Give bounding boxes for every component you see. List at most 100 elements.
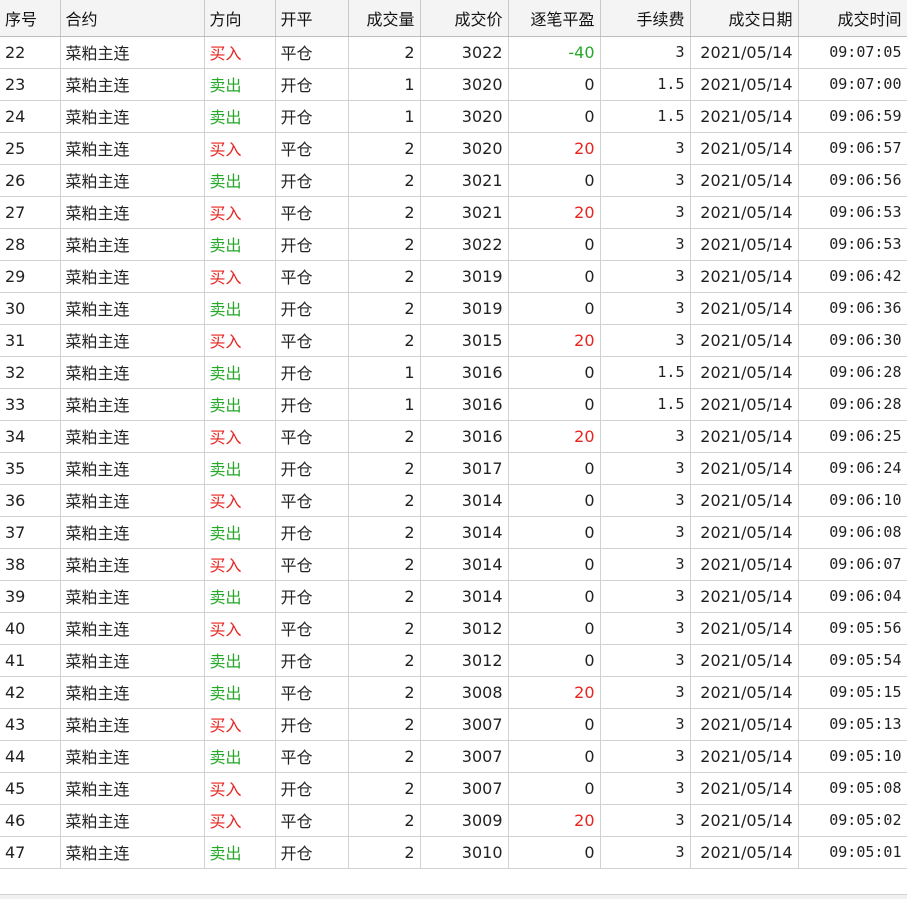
cell-volume: 1: [348, 100, 421, 133]
cell-open-close: 开仓: [275, 356, 349, 389]
cell-volume: 2: [348, 516, 421, 549]
cell-fee: 3: [600, 740, 691, 773]
header-price[interactable]: 成交价: [420, 0, 509, 37]
table-row[interactable]: 36 菜粕主连 买入 平仓 2 3014 0 3 2021/05/14 09:06:10: [0, 484, 907, 517]
cell-price: 3016: [420, 388, 509, 421]
table-row[interactable]: 33 菜粕主连 卖出 开仓 1 3016 0 1.5 2021/05/14 09:06:28: [0, 388, 907, 421]
cell-date: 2021/05/14: [690, 452, 799, 485]
table-row[interactable]: 30 菜粕主连 卖出 开仓 2 3019 0 3 2021/05/14 09:06:36: [0, 292, 907, 325]
header-index[interactable]: 序号: [0, 0, 61, 37]
cell-index: 30: [0, 292, 61, 325]
cell-pnl: 20: [508, 196, 601, 229]
cell-fee: 3: [600, 644, 691, 677]
table-row[interactable]: 40 菜粕主连 买入 平仓 2 3012 0 3 2021/05/14 09:05:56: [0, 612, 907, 645]
cell-pnl: 0: [508, 452, 601, 485]
cell-pnl: 0: [508, 260, 601, 293]
cell-date: 2021/05/14: [690, 388, 799, 421]
table-row[interactable]: 24 菜粕主连 卖出 开仓 1 3020 0 1.5 2021/05/14 09:06:59: [0, 100, 907, 133]
cell-contract: 菜粕主连: [60, 132, 205, 165]
cell-date: 2021/05/14: [690, 36, 799, 69]
table-row[interactable]: 34 菜粕主连 买入 平仓 2 3016 20 3 2021/05/14 09:06:25: [0, 420, 907, 453]
cell-date: 2021/05/14: [690, 164, 799, 197]
cell-date: 2021/05/14: [690, 612, 799, 645]
table-row[interactable]: 32 菜粕主连 卖出 开仓 1 3016 0 1.5 2021/05/14 09:06:28: [0, 356, 907, 389]
cell-pnl: -40: [508, 36, 601, 69]
cell-time: 09:06:53: [798, 228, 907, 261]
table-row[interactable]: 43 菜粕主连 买入 开仓 2 3007 0 3 2021/05/14 09:05:13: [0, 708, 907, 741]
cell-index: 31: [0, 324, 61, 357]
cell-price: 3021: [420, 196, 509, 229]
table-row[interactable]: 44 菜粕主连 卖出 平仓 2 3007 0 3 2021/05/14 09:05:10: [0, 740, 907, 773]
table-row[interactable]: 46 菜粕主连 买入 平仓 2 3009 20 3 2021/05/14 09:05:02: [0, 804, 907, 837]
cell-price: 3016: [420, 356, 509, 389]
table-row[interactable]: 31 菜粕主连 买入 平仓 2 3015 20 3 2021/05/14 09:06:30: [0, 324, 907, 357]
cell-price: 3014: [420, 516, 509, 549]
table-row[interactable]: 26 菜粕主连 卖出 开仓 2 3021 0 3 2021/05/14 09:06:56: [0, 164, 907, 197]
cell-index: 46: [0, 804, 61, 837]
header-time[interactable]: 成交时间: [798, 0, 907, 37]
header-direction[interactable]: 方向: [204, 0, 276, 37]
header-date[interactable]: 成交日期: [690, 0, 799, 37]
table-row[interactable]: 42 菜粕主连 卖出 平仓 2 3008 20 3 2021/05/14 09:05:15: [0, 676, 907, 709]
table-row[interactable]: 38 菜粕主连 买入 平仓 2 3014 0 3 2021/05/14 09:06:07: [0, 548, 907, 581]
header-volume[interactable]: 成交量: [348, 0, 421, 37]
cell-direction: 买入: [204, 420, 276, 453]
horizontal-scrollbar[interactable]: [0, 894, 907, 899]
cell-direction: 卖出: [204, 836, 276, 869]
cell-pnl: 20: [508, 132, 601, 165]
cell-date: 2021/05/14: [690, 132, 799, 165]
cell-fee: 3: [600, 260, 691, 293]
cell-pnl: 20: [508, 804, 601, 837]
header-fee[interactable]: 手续费: [600, 0, 691, 37]
cell-contract: 菜粕主连: [60, 420, 205, 453]
table-row[interactable]: 29 菜粕主连 买入 平仓 2 3019 0 3 2021/05/14 09:06:42: [0, 260, 907, 293]
cell-open-close: 开仓: [275, 100, 349, 133]
table-row[interactable]: 22 菜粕主连 买入 平仓 2 3022 -40 3 2021/05/14 09:07:05: [0, 36, 907, 69]
cell-direction: 买入: [204, 484, 276, 517]
cell-index: 45: [0, 772, 61, 805]
cell-fee: 3: [600, 548, 691, 581]
cell-time: 09:06:10: [798, 484, 907, 517]
header-open-close[interactable]: 开平: [275, 0, 349, 37]
cell-pnl: 0: [508, 580, 601, 613]
cell-time: 09:06:08: [798, 516, 907, 549]
cell-volume: 2: [348, 708, 421, 741]
cell-open-close: 开仓: [275, 68, 349, 101]
cell-open-close: 开仓: [275, 388, 349, 421]
table-row[interactable]: 47 菜粕主连 卖出 开仓 2 3010 0 3 2021/05/14 09:05:01: [0, 836, 907, 869]
cell-contract: 菜粕主连: [60, 388, 205, 421]
cell-pnl: 0: [508, 708, 601, 741]
cell-pnl: 20: [508, 676, 601, 709]
cell-time: 09:05:01: [798, 836, 907, 869]
cell-date: 2021/05/14: [690, 196, 799, 229]
cell-index: 23: [0, 68, 61, 101]
cell-time: 09:06:57: [798, 132, 907, 165]
table-row[interactable]: 41 菜粕主连 卖出 开仓 2 3012 0 3 2021/05/14 09:05:54: [0, 644, 907, 677]
cell-fee: 3: [600, 516, 691, 549]
table-row[interactable]: 35 菜粕主连 卖出 开仓 2 3017 0 3 2021/05/14 09:06:24: [0, 452, 907, 485]
cell-direction: 卖出: [204, 580, 276, 613]
cell-date: 2021/05/14: [690, 356, 799, 389]
header-pnl[interactable]: 逐笔平盈: [508, 0, 601, 37]
cell-date: 2021/05/14: [690, 548, 799, 581]
cell-price: 3014: [420, 548, 509, 581]
cell-time: 09:06:53: [798, 196, 907, 229]
table-row[interactable]: 39 菜粕主连 卖出 开仓 2 3014 0 3 2021/05/14 09:06:04: [0, 580, 907, 613]
table-row[interactable]: 25 菜粕主连 买入 平仓 2 3020 20 3 2021/05/14 09:06:57: [0, 132, 907, 165]
cell-date: 2021/05/14: [690, 644, 799, 677]
cell-direction: 买入: [204, 708, 276, 741]
table-row[interactable]: 23 菜粕主连 卖出 开仓 1 3020 0 1.5 2021/05/14 09:07:00: [0, 68, 907, 101]
cell-date: 2021/05/14: [690, 804, 799, 837]
header-contract[interactable]: 合约: [60, 0, 205, 37]
cell-direction: 卖出: [204, 228, 276, 261]
cell-index: 47: [0, 836, 61, 869]
table-row[interactable]: 27 菜粕主连 买入 平仓 2 3021 20 3 2021/05/14 09:06:53: [0, 196, 907, 229]
table-row[interactable]: 28 菜粕主连 卖出 开仓 2 3022 0 3 2021/05/14 09:06:53: [0, 228, 907, 261]
cell-index: 38: [0, 548, 61, 581]
table-row[interactable]: 45 菜粕主连 买入 开仓 2 3007 0 3 2021/05/14 09:05:08: [0, 772, 907, 805]
cell-direction: 卖出: [204, 644, 276, 677]
cell-index: 27: [0, 196, 61, 229]
cell-volume: 2: [348, 772, 421, 805]
table-row[interactable]: 37 菜粕主连 卖出 开仓 2 3014 0 3 2021/05/14 09:06:08: [0, 516, 907, 549]
cell-index: 29: [0, 260, 61, 293]
